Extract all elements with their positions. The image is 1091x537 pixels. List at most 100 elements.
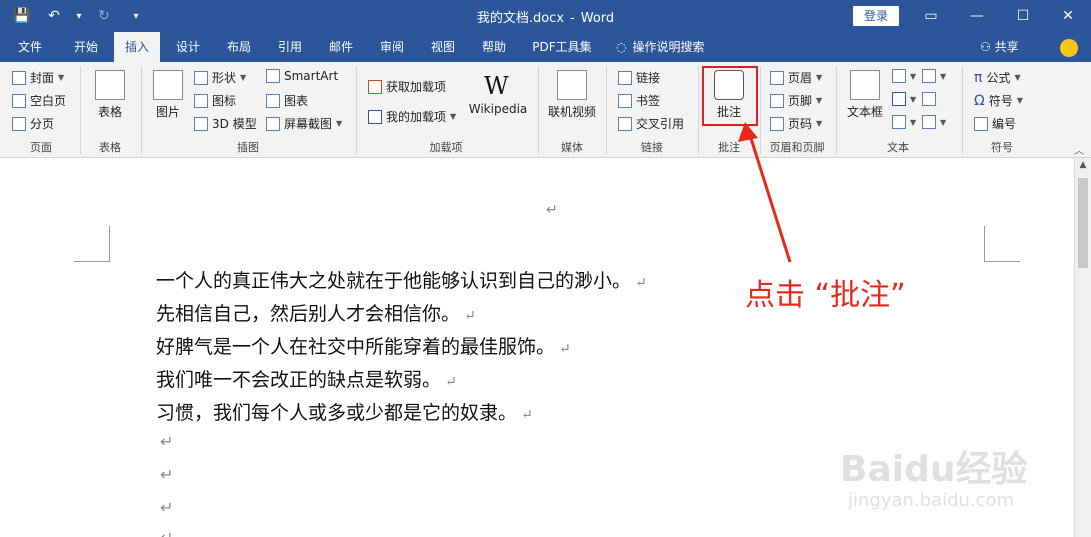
- object-button[interactable]: ▼: [922, 115, 946, 129]
- symbol-button[interactable]: Ω 符号 ▼: [974, 92, 1023, 109]
- cross-reference-icon: [618, 116, 632, 131]
- equation-label: 公式: [986, 71, 1011, 85]
- quick-parts-button[interactable]: ▼: [892, 69, 916, 83]
- chart-button[interactable]: 图表: [266, 92, 308, 109]
- lightbulb-icon: ◌: [616, 40, 627, 54]
- group-label-text: 文本: [887, 141, 909, 154]
- doc-line-5[interactable]: 习惯，我们每个人或多或少都是它的奴隶。 ↵: [156, 398, 533, 425]
- text-box-label: 文本框: [846, 105, 883, 119]
- text-box-icon: [850, 70, 880, 100]
- page-number-button[interactable]: 页码 ▼: [770, 115, 822, 132]
- table-button[interactable]: 表格: [90, 70, 130, 120]
- doc-line-4[interactable]: 我们唯一不会改正的缺点是软弱。 ↵: [156, 365, 457, 392]
- page-break-icon: [12, 116, 26, 131]
- table-icon: [95, 70, 125, 100]
- wikipedia-logo: W: [484, 72, 509, 100]
- text-box-button[interactable]: 文本框: [844, 70, 886, 120]
- share-button[interactable]: ⚇ 共享: [980, 32, 1019, 62]
- doc-line-1[interactable]: 一个人的真正伟大之处就在于他能够认识到自己的渺小。 ↵: [156, 266, 647, 293]
- shapes-button[interactable]: 形状 ▼: [194, 69, 246, 86]
- group-separator: [606, 66, 607, 154]
- group-label-pages: 页面: [30, 141, 52, 154]
- scroll-up-icon[interactable]: ▲: [1075, 160, 1091, 174]
- tab-layout[interactable]: 布局: [217, 32, 261, 62]
- tab-pdf-tools[interactable]: PDF工具集: [526, 32, 598, 62]
- chart-icon: [266, 93, 280, 108]
- empty-paragraph-mark: ↵: [160, 432, 174, 451]
- login-button[interactable]: 登录: [853, 6, 899, 26]
- wordart-button[interactable]: ▼: [892, 92, 916, 106]
- shapes-icon: [194, 70, 208, 85]
- chevron-down-icon: ▼: [240, 73, 247, 82]
- vertical-scrollbar[interactable]: ▲: [1074, 158, 1091, 537]
- equation-button[interactable]: π 公式 ▼: [974, 69, 1021, 86]
- chevron-down-icon: ▼: [450, 112, 457, 121]
- ribbon-tabs: 文件 开始 插入 设计 布局 引用 邮件 审阅 视图 帮助 PDF工具集 ◌ 操作…: [0, 32, 1091, 63]
- ribbon-insert: 封面 ▼ 空白页 分页 页面 表格 表格 图片 形状 ▼ 图标 3D 模型 Smar…: [0, 62, 1091, 158]
- tab-help[interactable]: 帮助: [472, 32, 516, 62]
- numbering-button[interactable]: 编号: [974, 115, 1016, 132]
- feedback-smiley-icon[interactable]: [1060, 39, 1078, 57]
- doc-line-3[interactable]: 好脾气是一个人在社交中所能穿着的最佳服饰。 ↵: [156, 332, 571, 359]
- ribbon-display-options-icon[interactable]: ▭: [908, 0, 954, 32]
- group-separator: [836, 66, 837, 154]
- tab-file[interactable]: 文件: [8, 32, 52, 62]
- link-button[interactable]: 链接: [618, 69, 660, 86]
- icons-button[interactable]: 图标: [194, 92, 236, 109]
- minimize-icon[interactable]: —: [954, 0, 1000, 32]
- smartart-button[interactable]: SmartArt: [266, 69, 338, 83]
- page-break-button[interactable]: 分页: [12, 115, 54, 132]
- date-time-button[interactable]: [922, 92, 936, 106]
- tab-view[interactable]: 视图: [421, 32, 465, 62]
- drop-cap-icon: [892, 115, 906, 129]
- chevron-down-icon: ▼: [910, 94, 917, 104]
- my-addins-button[interactable]: 我的加载项 ▼: [368, 108, 456, 125]
- 3d-model-button[interactable]: 3D 模型: [194, 115, 257, 132]
- blank-page-label: 空白页: [30, 94, 67, 108]
- group-label-illustrations: 插图: [237, 141, 259, 154]
- bookmark-button[interactable]: 书签: [618, 92, 660, 109]
- scroll-thumb[interactable]: [1078, 178, 1088, 268]
- maximize-icon[interactable]: ☐: [1000, 0, 1046, 32]
- blank-page-icon: [12, 93, 26, 108]
- empty-paragraph-mark: ↵: [160, 498, 174, 517]
- paragraph-mark: ↵: [464, 308, 476, 324]
- picture-button[interactable]: 图片: [150, 70, 186, 120]
- signature-line-button[interactable]: ▼: [922, 69, 946, 83]
- tab-references[interactable]: 引用: [268, 32, 312, 62]
- collapse-ribbon-icon[interactable]: ︿: [1074, 142, 1084, 157]
- close-icon[interactable]: ✕: [1045, 0, 1091, 32]
- drop-cap-button[interactable]: ▼: [892, 115, 916, 129]
- online-video-button[interactable]: 联机视频: [544, 70, 600, 120]
- tab-insert[interactable]: 插入: [114, 32, 160, 63]
- title-separator: -: [570, 11, 575, 26]
- symbol-label: 符号: [988, 94, 1013, 108]
- signature-icon: [922, 69, 936, 83]
- page-number-icon: [770, 116, 784, 131]
- screenshot-button[interactable]: 屏幕截图 ▼: [266, 115, 342, 132]
- doc-line-text: 习惯，我们每个人或多或少都是它的奴隶。: [156, 402, 518, 424]
- wikipedia-button[interactable]: Wikipedia: [466, 102, 530, 116]
- crop-mark-right: [984, 226, 1020, 262]
- tab-review[interactable]: 审阅: [370, 32, 414, 62]
- tell-me-search[interactable]: ◌ 操作说明搜索: [616, 32, 726, 62]
- tab-home[interactable]: 开始: [62, 32, 110, 62]
- cover-page-icon: [12, 70, 26, 85]
- group-separator: [141, 66, 142, 154]
- quick-parts-icon: [892, 69, 906, 83]
- cross-reference-button[interactable]: 交叉引用: [618, 115, 684, 132]
- title-bar: 💾 ↶ ▾ ↻ ▾ 我的文档.docx - Word 登录 ▭ — ☐ ✕: [0, 0, 1091, 32]
- header-button[interactable]: 页眉 ▼: [770, 69, 822, 86]
- chevron-down-icon: ▼: [816, 96, 823, 105]
- tab-design[interactable]: 设计: [166, 32, 210, 62]
- blank-page-button[interactable]: 空白页: [12, 92, 66, 109]
- crop-mark-left: [74, 226, 110, 262]
- get-addins-button[interactable]: 获取加载项: [368, 78, 446, 95]
- cover-page-button[interactable]: 封面 ▼: [12, 69, 64, 86]
- app-name: Word: [580, 11, 615, 26]
- page-number-label: 页码: [788, 117, 813, 131]
- footer-button[interactable]: 页脚 ▼: [770, 92, 822, 109]
- doc-line-2[interactable]: 先相信自己，然后别人才会相信你。 ↵: [156, 299, 476, 326]
- tab-mailings[interactable]: 邮件: [319, 32, 363, 62]
- get-addins-label: 获取加载项: [386, 80, 447, 94]
